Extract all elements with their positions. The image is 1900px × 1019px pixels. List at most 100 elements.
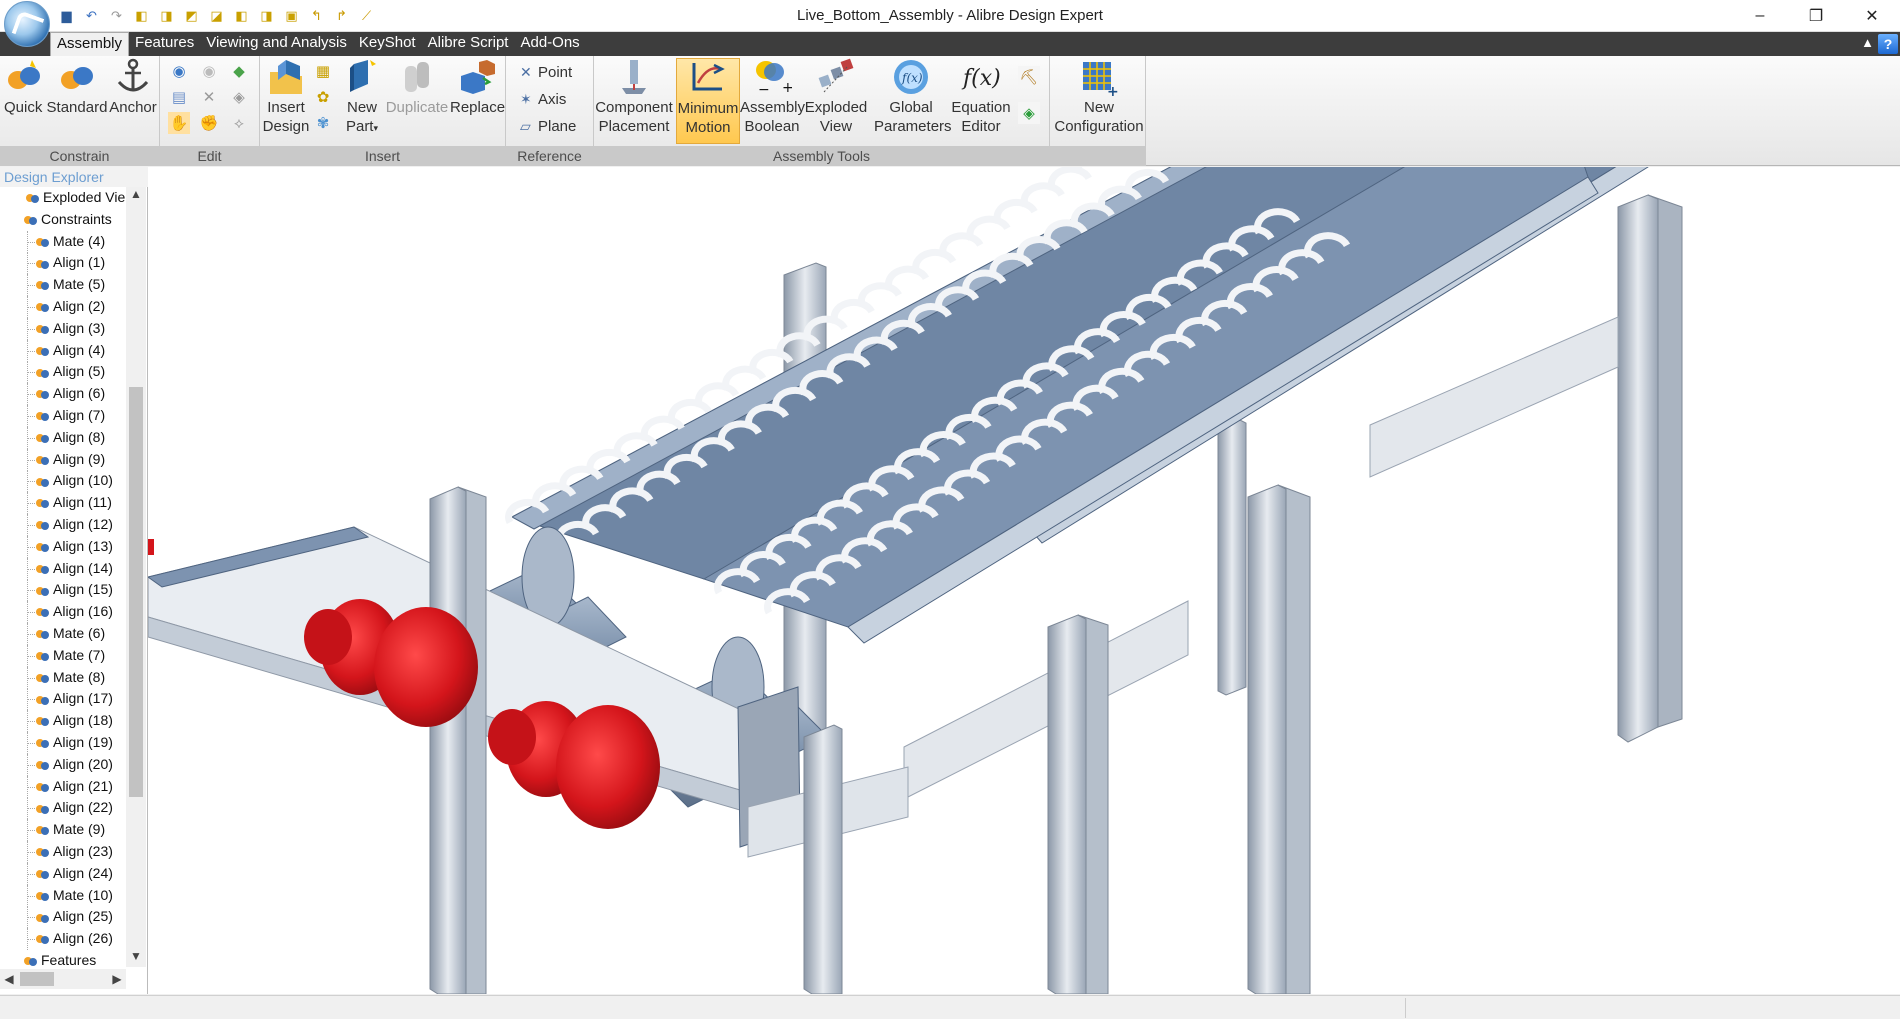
tab-alibre-script[interactable]: Alibre Script [422,32,515,56]
tree-item[interactable]: Align (14) [0,557,126,580]
tree-item[interactable]: Exploded Vie [0,187,126,209]
minimize-button[interactable]: – [1732,0,1788,32]
replace-button[interactable]: Replace [450,58,505,117]
edit-undo-icon[interactable]: ◉ [168,60,190,82]
tree-item[interactable]: Align (17) [0,688,126,711]
tree-item[interactable]: Align (2) [0,295,126,318]
global-parameters-button[interactable]: f(x) Global Parameters [874,58,952,136]
constraint-icon [36,236,50,248]
tab-features[interactable]: Features [129,32,200,56]
tree-item[interactable]: Align (3) [0,317,126,340]
constraint-icon [36,759,50,771]
tree-item[interactable]: Align (5) [0,361,126,384]
tree-item[interactable]: Align (24) [0,862,126,885]
tree-item[interactable]: Align (7) [0,404,126,427]
plane-button[interactable]: ▱ Plane [520,114,576,138]
configuration-icon[interactable]: ◈ [1018,102,1040,124]
scroll-up-icon[interactable]: ▲ [126,187,146,205]
tree-item[interactable]: Mate (9) [0,819,126,841]
tree-item[interactable]: Mate (7) [0,644,126,667]
insert-design-button[interactable]: Insert Design [262,58,310,136]
edit-suppress-icon[interactable]: ◈ [228,86,250,108]
new-part-button[interactable]: New Part▾ [340,58,384,138]
tree-item[interactable]: Align (18) [0,710,126,732]
component-placement-button[interactable]: Component Placement [594,58,674,136]
tree-item[interactable]: Align (19) [0,731,126,754]
close-button[interactable]: ✕ [1844,0,1900,32]
scroll-left-icon[interactable]: ◀ [0,969,18,989]
edit-drag-icon[interactable]: ✊ [198,112,220,134]
edit-delete-icon[interactable]: ✕ [198,86,220,108]
tree-item[interactable]: Align (12) [0,513,126,536]
edit-move-icon[interactable]: ✋ [168,112,190,134]
standard-constrain-button[interactable]: Standard [46,58,108,117]
tree-item[interactable]: Align (16) [0,601,126,623]
tree-item[interactable]: Features [0,950,126,967]
tree-horizontal-scrollbar[interactable]: ◀ ▶ [0,969,126,989]
design-explorer-title: Design Explorer [0,167,148,187]
cluster-icon[interactable]: ✾ [312,112,334,134]
tab-assembly[interactable]: Assembly [50,32,130,57]
tab-keyshot[interactable]: KeyShot [353,32,422,56]
edit-properties-icon[interactable]: ▤ [168,86,190,108]
tab-add-ons[interactable]: Add-Ons [514,32,585,56]
quick-constrain-button[interactable]: Quick [4,58,42,117]
alibre-logo-icon[interactable] [4,1,50,47]
group-label-insert: Insert [260,146,505,166]
minimum-motion-button[interactable]: Minimum Motion [676,58,740,144]
exploded-view-button[interactable]: Exploded View [804,58,868,136]
tree-item[interactable]: Align (4) [0,339,126,362]
chevron-up-icon[interactable]: ▲ [1861,35,1874,50]
anchor-button[interactable]: Anchor [108,58,158,117]
duplicate-button[interactable]: Duplicate [384,58,450,117]
constraint-icon [36,912,50,924]
tree-item-label: Align (20) [53,755,113,772]
tree-item[interactable]: Align (8) [0,426,126,449]
point-button[interactable]: ✕ Point [520,60,572,84]
tree-item[interactable]: Constraints [0,209,126,231]
tree-item[interactable]: Align (21) [0,775,126,798]
tree-item[interactable]: Align (25) [0,906,126,929]
tree-item[interactable]: Mate (10) [0,884,126,907]
scroll-right-icon[interactable]: ▶ [108,969,126,989]
tree-item[interactable]: Mate (4) [0,230,126,253]
assembly-boolean-button[interactable]: + − Assembly Boolean [740,58,805,136]
tree-item-label: Align (7) [53,406,106,423]
tree-item[interactable]: Mate (6) [0,622,126,645]
tree-item[interactable]: Align (1) [0,252,126,275]
equation-editor-button[interactable]: f(x) Equation Editor [948,58,1014,136]
tree-item[interactable]: Align (11) [0,492,126,514]
scroll-down-icon[interactable]: ▼ [126,949,146,967]
duplicate-icon [405,62,429,92]
tree-item[interactable]: Align (9) [0,448,126,471]
help-icon[interactable]: ? [1878,34,1898,54]
tree-item[interactable]: Align (26) [0,928,126,950]
tree-item[interactable]: Align (10) [0,470,126,493]
edit-pattern-icon[interactable]: ⟡ [228,112,250,134]
tree-item[interactable]: Align (15) [0,579,126,602]
gear-icon[interactable]: ✿ [312,86,334,108]
axis-button[interactable]: ✶ Axis [520,87,566,111]
tree-item-label: Align (4) [53,341,106,358]
design-properties-icon[interactable]: ⛏ [1018,66,1040,88]
tree-item[interactable]: Align (20) [0,753,126,776]
tree-item[interactable]: Mate (8) [0,666,126,689]
tree-item-label: Align (17) [53,690,113,707]
new-configuration-button[interactable]: + New Configuration [1054,58,1144,136]
3d-viewport[interactable] [148,167,1900,994]
tree-item-label: Align (14) [53,559,113,576]
tab-viewing-and-analysis[interactable]: Viewing and Analysis [200,32,353,56]
tree-item[interactable]: Align (23) [0,840,126,863]
tree-vertical-scrollbar[interactable]: ▲ ▼ [126,187,146,967]
scroll-thumb[interactable] [129,387,143,797]
hscroll-thumb[interactable] [20,972,54,986]
tree-item[interactable]: Align (22) [0,797,126,820]
tree-item-label: Align (22) [53,799,113,816]
tree-item[interactable]: Mate (5) [0,274,126,296]
edit-redo-icon[interactable]: ◉ [198,60,220,82]
restore-button[interactable]: ❐ [1788,0,1844,32]
pattern-icon[interactable]: ▦ [312,60,334,82]
edit-show-icon[interactable]: ◆ [228,60,250,82]
tree-item[interactable]: Align (6) [0,383,126,405]
tree-item[interactable]: Align (13) [0,535,126,558]
